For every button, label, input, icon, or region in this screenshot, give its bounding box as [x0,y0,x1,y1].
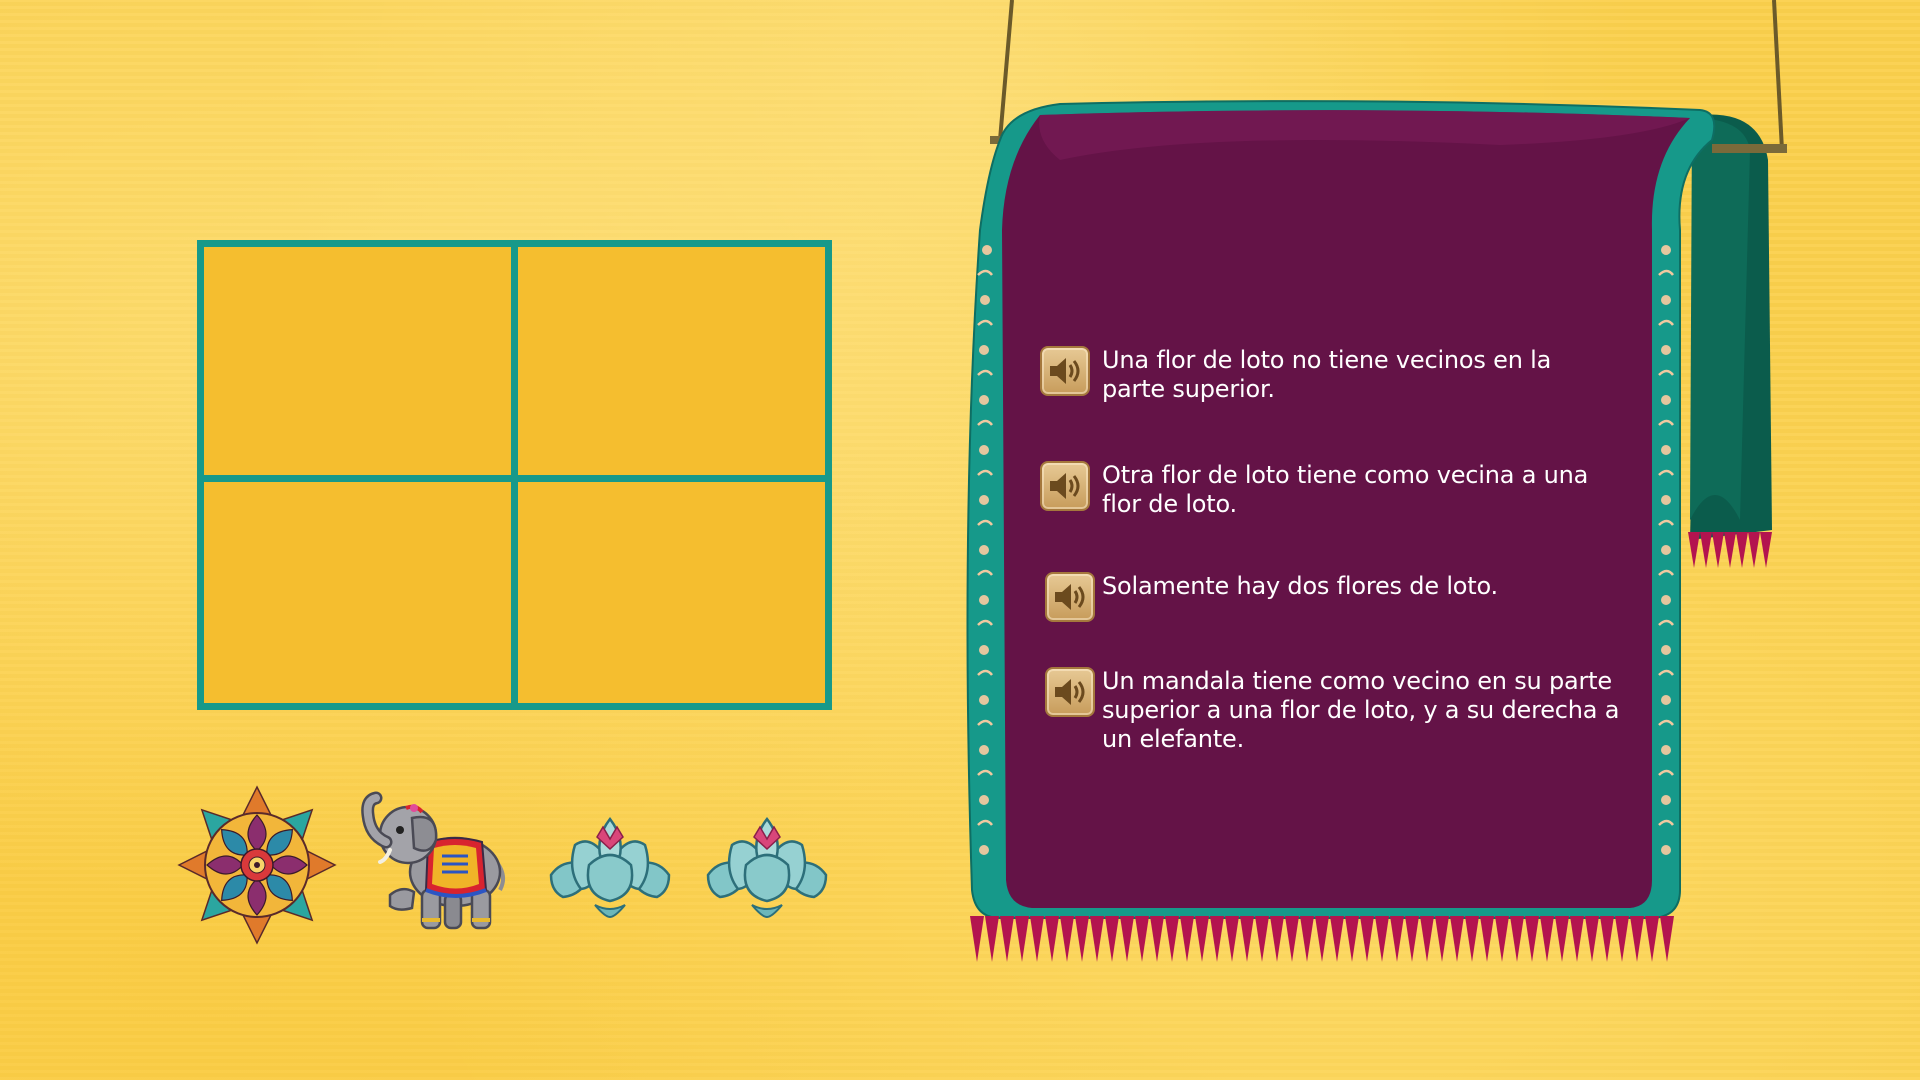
rug-fringe-tassel [1510,916,1524,962]
rug-fringe-tassel [985,916,999,962]
rug-fringe-tassel [1195,916,1209,962]
rug-fringe-tassel [1240,916,1254,962]
rug-fringe-tassel [1225,916,1239,962]
speaker-icon [1050,358,1080,384]
rug-fringe-tassel [1180,916,1194,962]
puzzle-grid [197,240,832,710]
grid-cell-4[interactable] [518,482,825,703]
piece-lotus-1[interactable] [545,805,675,925]
clue-2: Otra flor de loto tiene como vecina a un… [1040,461,1620,519]
rug-fringe-tassel [1390,916,1404,962]
game-background: Una flor de loto no tiene vecinos en la … [0,0,1920,1080]
rug-fringe-tassel [1585,916,1599,962]
rug-fringe-tassel [1090,916,1104,962]
rug-fringe-tassel [1105,916,1119,962]
clue-1: Una flor de loto no tiene vecinos en la … [1040,346,1620,404]
rug-fringe-tassel [1000,916,1014,962]
rug-fringe-tassel [1270,916,1284,962]
speaker-button-4[interactable] [1045,667,1095,717]
grid-cell-1[interactable] [204,247,511,475]
clue-text-4: Un mandala tiene como vecino en su parte… [1102,667,1620,753]
rug-fringe-tassel [1450,916,1464,962]
piece-lotus-2[interactable] [702,805,832,925]
piece-mandala[interactable] [177,785,337,945]
rug-fringe-tassel [1135,916,1149,962]
grid-divider-horizontal [204,475,825,482]
rug-fringe-tassel [1495,916,1509,962]
rug-fringe-tassel [1030,916,1044,962]
rug-fringe-tassel [1300,916,1314,962]
clue-4: Un mandala tiene como vecino en su parte… [1045,667,1625,754]
speaker-icon [1055,584,1085,610]
speaker-button-1[interactable] [1040,346,1090,396]
grid-cell-2[interactable] [518,247,825,475]
rug-fringe-tassel [1420,916,1434,962]
grid-cell-3[interactable] [204,482,511,703]
rug-fringe-tassel [1645,916,1659,962]
rug-fringe-tassel [1285,916,1299,962]
rug-fringe-tassel [1555,916,1569,962]
rug-fringe-tassel [1210,916,1224,962]
rug-fringe-tassel [1015,916,1029,962]
rug-fringe-tassel [1405,916,1419,962]
rug-fringe-tassel [1045,916,1059,962]
rug-fringe-tassel [1060,916,1074,962]
rug-fringe-tassel [1330,916,1344,962]
speaker-button-2[interactable] [1040,461,1090,511]
rug-fringe-tassel [1630,916,1644,962]
rug-fringe-tassel [1480,916,1494,962]
lotus-flower-icon [549,816,671,919]
rug-fringe-tassel [1600,916,1614,962]
rug-fringe-tassel [1255,916,1269,962]
clue-text-2: Otra flor de loto tiene como vecina a un… [1102,461,1589,518]
elephant-icon [361,791,506,930]
speaker-icon [1050,473,1080,499]
rug-fringe-tassel [1615,916,1629,962]
clue-text-1: Una flor de loto no tiene vecinos en la … [1102,346,1552,403]
rug-fringe-tassel [1435,916,1449,962]
rug-fringe-tassel [970,916,984,962]
clue-3: Solamente hay dos flores de loto. [1045,572,1625,622]
rug-fringe-tassel [1540,916,1554,962]
clue-text-3: Solamente hay dos flores de loto. [1102,572,1498,600]
rug-fringe-tassel [1375,916,1389,962]
rug-fringe-tassel [1075,916,1089,962]
rug-fringe-tassel [1465,916,1479,962]
piece-elephant[interactable] [350,790,515,940]
rug-fringe-tassel [1345,916,1359,962]
speaker-icon [1055,679,1085,705]
rug-fringe-tassel [1360,916,1374,962]
mandala-icon [177,785,337,945]
rug-fringe-tassel [1315,916,1329,962]
rug-fringe-tassel [1570,916,1584,962]
rug-fringe-tassel [1660,916,1674,962]
speaker-button-3[interactable] [1045,572,1095,622]
rug-fringe-tassel [1165,916,1179,962]
rug-fringe-tassel [1525,916,1539,962]
rug-fringe-tassel [1150,916,1164,962]
lotus-flower-icon [706,816,828,919]
rug-fringe-tassel [1120,916,1134,962]
